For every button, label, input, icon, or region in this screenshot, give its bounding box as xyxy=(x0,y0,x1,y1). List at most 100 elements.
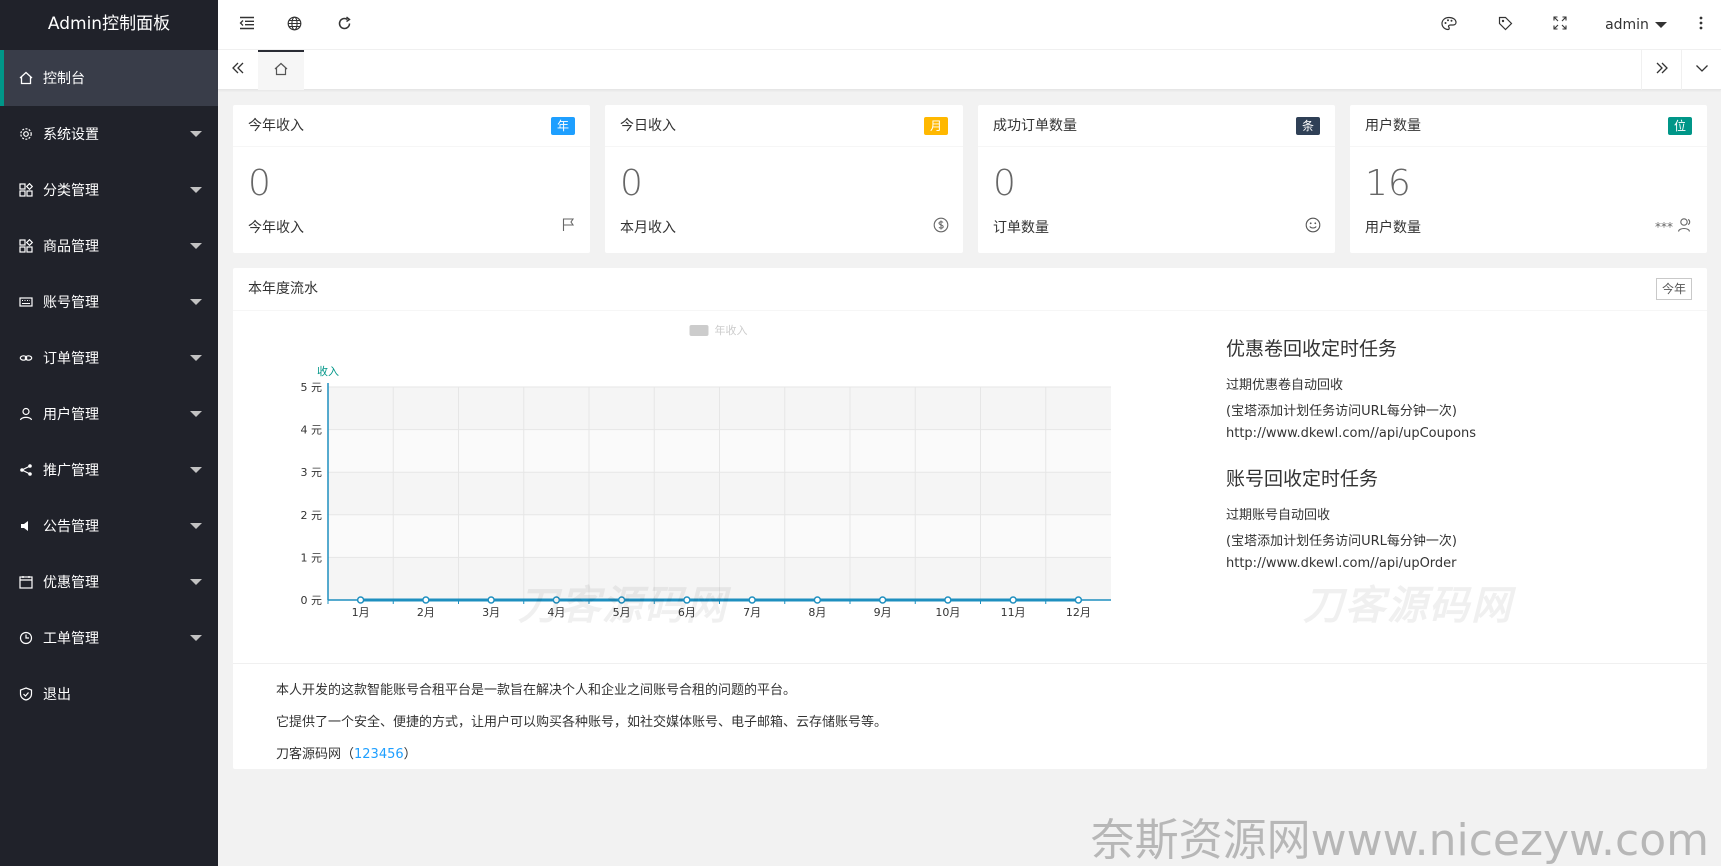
cron-task-accounts: 账号回收定时任务 过期账号自动回收 (宝塔添加计划任务访问URL每分钟一次) h… xyxy=(1226,464,1686,571)
double-chevron-left-icon xyxy=(231,61,245,79)
more-icon xyxy=(1699,16,1703,34)
card-title: 今年收入 xyxy=(248,118,304,134)
tag-icon xyxy=(1498,16,1513,35)
sidebar-item-tickets[interactable]: 工单管理 xyxy=(0,610,218,666)
sidebar-item-promotion[interactable]: 推广管理 xyxy=(0,442,218,498)
period-badge: 位 xyxy=(1667,117,1692,135)
y-tick-label: 1 元 xyxy=(301,551,323,564)
theme-icon xyxy=(1441,16,1457,35)
sidebar-item-label: 工单管理 xyxy=(43,631,99,647)
card-title: 今日收入 xyxy=(620,118,676,134)
data-point xyxy=(748,596,756,604)
caret-down-icon xyxy=(190,635,202,641)
task-url: http://www.dkewl.com//api/upOrder xyxy=(1226,556,1457,571)
smile-icon xyxy=(1305,217,1321,236)
sidebar-item-label: 分类管理 xyxy=(43,183,99,199)
sidebar-item-system-settings[interactable]: 系统设置 xyxy=(0,106,218,162)
data-point xyxy=(487,596,495,604)
description-credit: 刀客源码网（123456） xyxy=(276,743,417,762)
credit-suffix: ） xyxy=(403,747,417,762)
refresh-button[interactable] xyxy=(326,0,362,50)
x-tick-label: 1月 xyxy=(352,606,370,619)
data-point xyxy=(1009,596,1017,604)
gear-icon xyxy=(18,127,33,142)
website-button[interactable] xyxy=(276,0,312,50)
fullscreen-icon xyxy=(1553,16,1567,34)
flag-icon xyxy=(561,217,576,235)
caret-down-icon xyxy=(190,299,202,305)
user-icon xyxy=(18,407,33,422)
sidebar-item-logout[interactable]: 退出 xyxy=(0,666,218,722)
top-header: admin xyxy=(218,0,1721,50)
sidebar-item-announcements[interactable]: 公告管理 xyxy=(0,498,218,554)
y-tick-label: 3 元 xyxy=(301,466,323,479)
stat-value: 0 xyxy=(993,163,1016,204)
dollar-icon xyxy=(933,217,949,236)
task-url: http://www.dkewl.com//api/upCoupons xyxy=(1226,426,1477,441)
shrink-menu-button[interactable] xyxy=(232,0,262,50)
sidebar-item-products[interactable]: 商品管理 xyxy=(0,218,218,274)
apps-icon xyxy=(18,183,33,198)
share-icon xyxy=(18,463,33,478)
caret-down-icon xyxy=(190,579,202,585)
credit-link[interactable]: 123456 xyxy=(354,747,404,762)
username: admin xyxy=(1605,17,1649,33)
sidebar-item-label: 商品管理 xyxy=(43,239,99,255)
cron-task-coupons: 优惠卷回收定时任务 过期优惠卷自动回收 (宝塔添加计划任务访问URL每分钟一次)… xyxy=(1226,334,1686,441)
globe-icon xyxy=(287,16,302,35)
x-tick-label: 8月 xyxy=(808,606,826,619)
shield-icon xyxy=(18,687,33,702)
tabs-scroll-right-button[interactable] xyxy=(1641,50,1681,90)
stat-footer: 订单数量 xyxy=(993,220,1049,236)
more-button[interactable] xyxy=(1686,0,1716,50)
year-filter-button[interactable]: 今年 xyxy=(1655,278,1692,300)
sidebar-item-orders[interactable]: 订单管理 xyxy=(0,330,218,386)
x-tick-label: 10月 xyxy=(935,606,960,619)
sidebar-item-label: 系统设置 xyxy=(43,127,99,143)
period-badge: 条 xyxy=(1295,117,1320,135)
sidebar-item-category[interactable]: 分类管理 xyxy=(0,162,218,218)
sidebar-item-label: 优惠管理 xyxy=(43,575,99,591)
tab-home[interactable] xyxy=(258,50,304,90)
tag-button[interactable] xyxy=(1488,0,1522,50)
admin-user-menu[interactable]: admin xyxy=(1601,0,1671,50)
sidebar-item-label: 退出 xyxy=(43,687,71,703)
stat-footer: 用户数量 xyxy=(1365,220,1421,236)
speaker-icon xyxy=(18,519,33,534)
caret-down-icon xyxy=(190,523,202,529)
y-tick-label: 5 元 xyxy=(301,381,323,394)
tab-bar xyxy=(218,50,1721,90)
tabs-scroll-left-button[interactable] xyxy=(218,50,258,90)
sidebar-item-label: 推广管理 xyxy=(43,463,99,479)
y-tick-label: 4 元 xyxy=(301,424,323,437)
sidebar-item-users[interactable]: 用户管理 xyxy=(0,386,218,442)
description-line: 它提供了一个安全、便捷的方式，让用户可以购买各种账号，如社交媒体账号、电子邮箱、… xyxy=(276,715,888,730)
chart-watermark: 刀客源码网 xyxy=(518,583,728,629)
sidebar-item-console[interactable]: 控制台 xyxy=(0,50,218,106)
brand-title: Admin控制面板 xyxy=(47,14,171,34)
data-point xyxy=(878,596,887,604)
x-tick-label: 2月 xyxy=(417,606,435,619)
task-title: 优惠卷回收定时任务 xyxy=(1226,338,1398,360)
sidebar-item-accounts[interactable]: 账号管理 xyxy=(0,274,218,330)
sidebar-item-label: 公告管理 xyxy=(43,519,99,535)
apps-icon xyxy=(18,239,33,254)
panel-title: 本年度流水 xyxy=(248,281,318,297)
x-tick-label: 7月 xyxy=(743,606,761,619)
annual-flow-panel: 本年度流水 今年 0 元1 元2 元3 元4 元5 元收入 1月 2月 3月 4月 5月 6… xyxy=(233,268,1707,769)
sidebar-item-discounts[interactable]: 优惠管理 xyxy=(0,554,218,610)
sidebar: Admin控制面板 控制台 系统设置 分类管理 商品管理 账号管理 订单管理 用… xyxy=(0,0,218,866)
tabs-menu-button[interactable] xyxy=(1681,50,1721,90)
data-point xyxy=(1074,596,1083,604)
caret-down-icon xyxy=(190,411,202,417)
stat-card-today-income: 今日收入 月 0 本月收入 xyxy=(605,105,963,253)
stat-card-orders: 成功订单数量 条 0 订单数量 xyxy=(978,105,1335,253)
description-line: 本人开发的这款智能账号合租平台是一款旨在解决个人和企业之间账号合租的问题的平台。 xyxy=(276,683,797,698)
calendar-icon xyxy=(18,575,33,590)
task-line: 过期账号自动回收 xyxy=(1226,508,1331,523)
right-watermark: 刀客源码网 xyxy=(1303,583,1513,629)
period-badge: 月 xyxy=(923,117,948,135)
fullscreen-button[interactable] xyxy=(1543,0,1577,50)
double-chevron-right-icon xyxy=(1655,61,1669,79)
theme-button[interactable] xyxy=(1432,0,1466,50)
